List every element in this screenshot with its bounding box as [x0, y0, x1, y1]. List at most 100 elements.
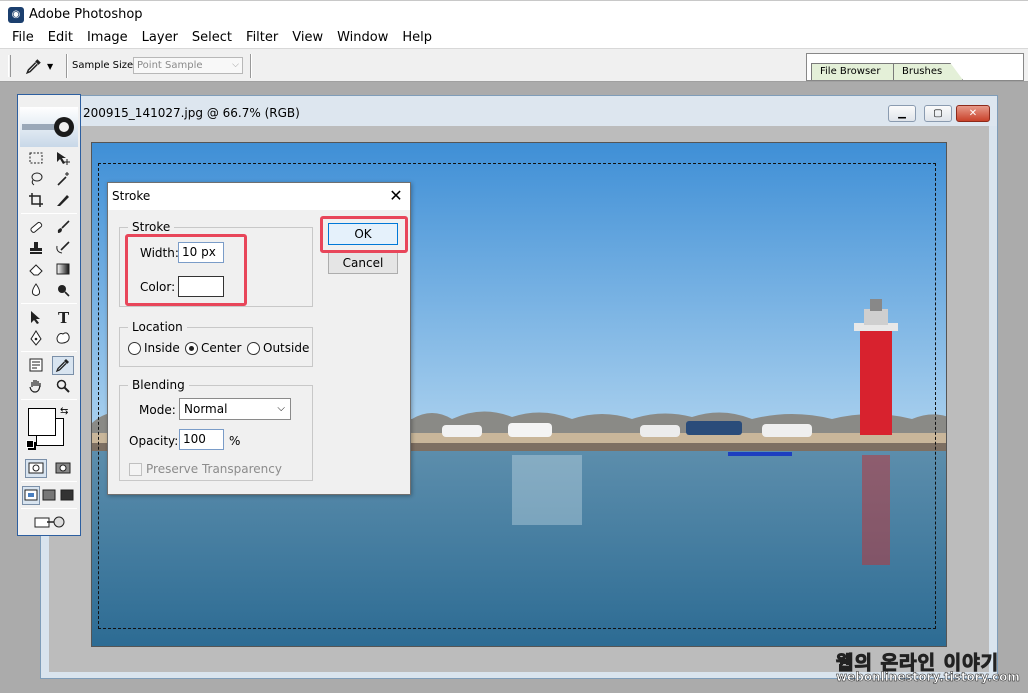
menu-edit[interactable]: Edit	[41, 28, 80, 48]
svg-text:T: T	[58, 309, 70, 325]
jump-to-imageready-icon	[34, 516, 65, 528]
tool-preset-picker[interactable]: ▼	[25, 57, 61, 75]
custom-shape-tool[interactable]	[52, 329, 74, 348]
eyedropper-icon	[25, 59, 41, 75]
menu-image[interactable]: Image	[80, 28, 135, 48]
lasso-tool[interactable]	[25, 170, 47, 189]
opacity-label: Opacity:	[129, 434, 179, 448]
note-icon	[29, 358, 42, 372]
tool-row: T	[22, 307, 76, 327]
menu-bar: File Edit Image Layer Select Filter View…	[0, 28, 1028, 48]
location-center-label: Center	[201, 341, 242, 355]
cancel-button[interactable]: Cancel	[328, 252, 398, 274]
maximize-button[interactable]: ▢	[924, 105, 952, 122]
hand-tool[interactable]	[25, 377, 47, 396]
jump-row	[22, 512, 76, 532]
eyedropper-tool[interactable]	[51, 355, 74, 375]
minimize-icon: ▁	[898, 108, 906, 119]
location-inside-radio[interactable]: Inside	[128, 341, 180, 355]
tool-row	[22, 328, 76, 348]
magic-wand-icon	[56, 172, 69, 186]
standard-mode-button[interactable]	[24, 458, 47, 478]
zoom-tool[interactable]	[52, 377, 74, 396]
menu-filter[interactable]: Filter	[239, 28, 285, 48]
toolbox: T ⇆	[17, 94, 81, 536]
menu-layer[interactable]: Layer	[135, 28, 185, 48]
notes-tool[interactable]	[25, 356, 47, 375]
standard-screen-button[interactable]	[22, 485, 41, 505]
marquee-icon	[29, 152, 42, 164]
type-tool[interactable]: T	[52, 308, 74, 327]
path-selection-tool[interactable]	[25, 308, 47, 327]
options-separator	[250, 54, 252, 78]
dodge-tool[interactable]	[52, 281, 74, 300]
menu-help[interactable]: Help	[395, 28, 439, 48]
clone-stamp-tool[interactable]	[25, 239, 47, 258]
default-colors-icon[interactable]	[26, 440, 34, 448]
tool-row	[22, 148, 76, 168]
dodge-icon	[57, 285, 70, 297]
shape-icon	[55, 332, 70, 344]
menu-view[interactable]: View	[285, 28, 330, 48]
bandage-icon	[29, 221, 42, 233]
slice-tool[interactable]	[52, 191, 74, 210]
location-group: Location Inside Center Outside	[119, 320, 313, 367]
sample-size-select[interactable]: Point Sample ⌵	[133, 57, 243, 74]
sample-size-label: Sample Size:	[72, 60, 137, 71]
toolbox-header[interactable]	[20, 107, 78, 147]
options-bar: ▼ Sample Size: Point Sample ⌵ File Brows…	[0, 48, 1028, 82]
radio-checked-icon	[185, 341, 198, 355]
brush-tool[interactable]	[52, 218, 74, 237]
history-brush-tool[interactable]	[52, 239, 74, 258]
dialog-titlebar[interactable]: Stroke ✕	[108, 183, 410, 210]
tool-row	[22, 238, 76, 258]
close-icon[interactable]: ✕	[386, 186, 406, 206]
radio-unchecked-icon	[247, 341, 260, 355]
pen-icon	[29, 330, 42, 346]
tool-separator	[21, 303, 77, 304]
gradient-tool[interactable]	[52, 260, 74, 279]
marquee-tool[interactable]	[25, 149, 47, 168]
blur-tool[interactable]	[25, 281, 47, 300]
options-bar-grip[interactable]	[8, 55, 11, 77]
healing-brush-tool[interactable]	[25, 218, 47, 237]
blending-group: Blending Mode: Normal ⌵ Opacity: 100 % P…	[119, 378, 313, 481]
tool-row	[22, 190, 76, 210]
pen-tool[interactable]	[25, 329, 47, 348]
tab-file-browser[interactable]: File Browser	[811, 63, 895, 80]
full-screen-button[interactable]	[58, 486, 76, 505]
chevron-down-icon: ⌵	[232, 60, 239, 70]
full-screen-menu-button[interactable]	[40, 486, 58, 505]
document-titlebar[interactable]: 200915_141027.jpg @ 66.7% (RGB) ▁ ▢ ✕	[41, 96, 997, 126]
tool-separator	[21, 481, 77, 482]
lasso-icon	[31, 172, 42, 186]
menu-window[interactable]: Window	[330, 28, 395, 48]
eraser-tool[interactable]	[25, 260, 47, 279]
close-button[interactable]: ✕	[956, 105, 990, 122]
foreground-color-swatch[interactable]	[28, 408, 56, 436]
preserve-transparency-checkbox[interactable]: Preserve Transparency	[129, 462, 282, 476]
swap-colors-icon[interactable]: ⇆	[60, 406, 68, 417]
tab-brushes[interactable]: Brushes	[893, 63, 963, 80]
jump-to-imageready-button[interactable]	[24, 513, 74, 532]
menu-file[interactable]: File	[5, 28, 41, 48]
location-center-radio[interactable]: Center	[185, 341, 241, 355]
magic-wand-tool[interactable]	[52, 170, 74, 189]
checkbox-disabled-icon	[129, 462, 142, 476]
move-tool[interactable]	[52, 149, 74, 168]
color-swatches: ⇆	[22, 406, 76, 452]
water-drop-icon	[31, 283, 40, 296]
stroke-fields-highlight	[125, 234, 247, 306]
slice-icon	[56, 195, 69, 206]
opacity-input[interactable]: 100	[179, 429, 224, 450]
watermark: 웹의 온라인 이야기 webonlinestory.tistory.com	[835, 648, 1020, 688]
location-outside-radio[interactable]: Outside	[247, 341, 309, 355]
history-brush-icon	[55, 241, 70, 254]
app-titlebar: ◉ Adobe Photoshop	[0, 0, 1028, 28]
quick-mask-button[interactable]	[52, 459, 74, 478]
brush-icon	[57, 220, 70, 233]
minimize-button[interactable]: ▁	[888, 105, 916, 122]
crop-tool[interactable]	[25, 191, 47, 210]
mode-select[interactable]: Normal ⌵	[179, 398, 291, 420]
menu-select[interactable]: Select	[185, 28, 239, 48]
